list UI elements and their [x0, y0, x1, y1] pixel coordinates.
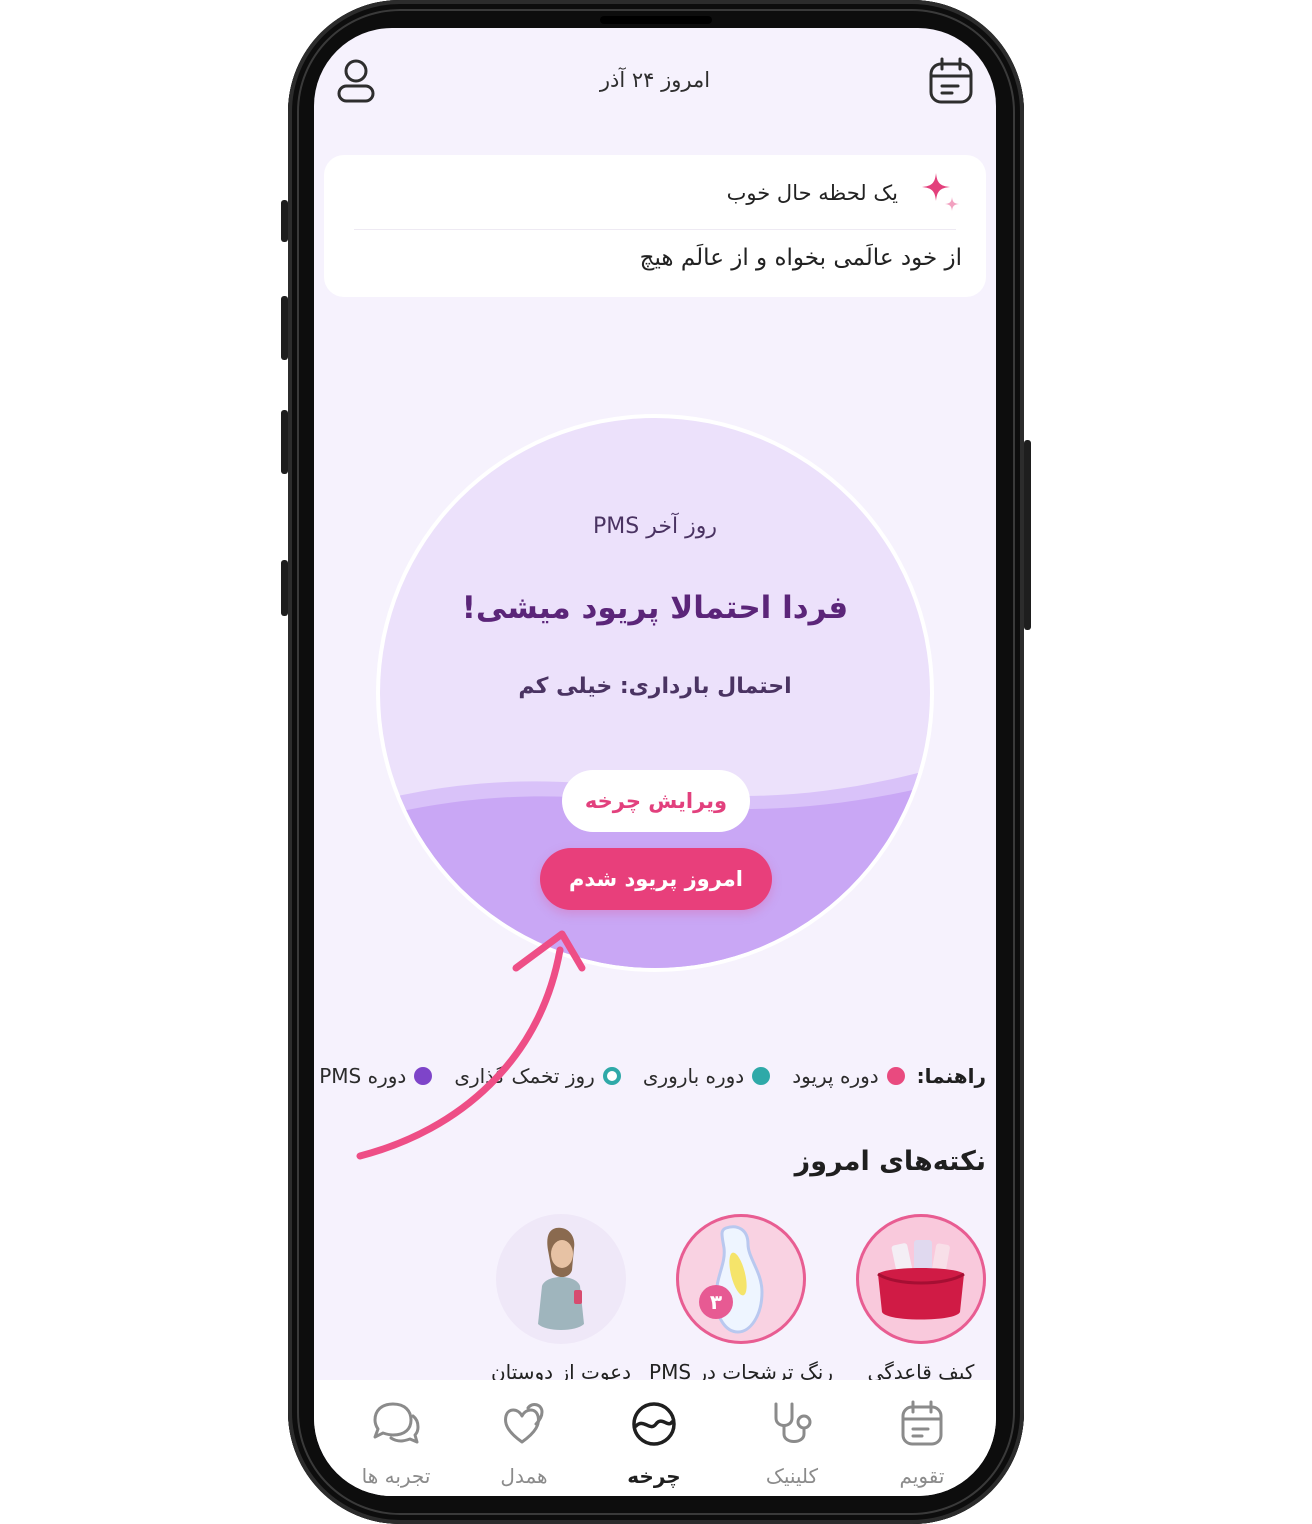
phone-volume-down — [281, 410, 288, 474]
calendar-icon — [929, 57, 973, 104]
pad-icon — [699, 1225, 764, 1334]
cycle-circle: روز آخر PMS فردا احتمالا پریود میشی! احت… — [376, 414, 934, 972]
legend-dot — [414, 1067, 433, 1085]
tab-hamdel[interactable]: همدل — [464, 1400, 584, 1488]
tab-experiences[interactable]: تجربه ها — [336, 1400, 456, 1488]
mood-card[interactable]: یک لحظه حال خوب از خود عالَمی بخواه و از… — [324, 155, 986, 297]
legend-text: روز تخمک گذاری — [454, 1064, 595, 1088]
legend-dot — [602, 1067, 621, 1085]
tip-discharge-color[interactable]: ۳ — [676, 1214, 806, 1344]
legend-text: دوره پریود — [792, 1064, 879, 1088]
tip-period-bag[interactable] — [856, 1214, 986, 1344]
cycle-icon — [632, 1402, 676, 1446]
tab-clinic[interactable]: کلینیک — [732, 1400, 852, 1488]
phone-speaker — [600, 16, 712, 24]
legend: راهنما: دوره پریود دوره باروری روز تخمک … — [314, 1064, 986, 1088]
mood-card-divider — [354, 229, 956, 230]
legend-dot — [752, 1067, 771, 1085]
legend-item-ovulation: روز تخمک گذاری — [454, 1064, 621, 1088]
bottom-nav: تقویم کلینیک چرخه همدل تجربه ها — [314, 1380, 996, 1496]
legend-item-period: دوره پریود — [792, 1064, 905, 1088]
stethoscope-icon — [774, 1402, 812, 1443]
today-date: امروز ۲۴ آذر — [599, 68, 711, 92]
edit-cycle-button[interactable]: ویرایش چرخه — [562, 770, 750, 832]
sparkle-icon — [922, 173, 959, 211]
mood-card-title: یک لحظه حال خوب — [726, 181, 898, 205]
phone-volume-up — [281, 296, 288, 360]
girl-phone-icon — [538, 1227, 584, 1330]
calendar-icon — [901, 1400, 943, 1446]
calendar-button[interactable] — [928, 56, 974, 106]
hearts-icon — [504, 1403, 544, 1444]
pregnancy-chance: احتمال بارداری: خیلی کم — [518, 674, 792, 699]
tab-label: چرخه — [627, 1464, 681, 1488]
tab-label: همدل — [500, 1464, 548, 1488]
tab-cycle[interactable]: چرخه — [594, 1400, 714, 1488]
bag-icon — [877, 1240, 965, 1320]
tip-badge: ۳ — [709, 1290, 723, 1314]
tab-label: تجربه ها — [361, 1464, 431, 1488]
phone-silent-switch — [281, 200, 288, 242]
mood-card-quote: از خود عالَمی بخواه و از عالَم هیچ — [639, 245, 962, 271]
app-screen: امروز ۲۴ آذر یک لحظه حال خوب از خود عالَ… — [314, 28, 996, 1496]
cycle-circle-inner: روز آخر PMS فردا احتمالا پریود میشی! احت… — [380, 418, 930, 968]
legend-item-pms: دوره PMS — [319, 1064, 433, 1088]
legend-dot — [886, 1067, 905, 1085]
legend-text: دوره باروری — [642, 1064, 745, 1088]
tip-invite-friends[interactable] — [496, 1214, 626, 1344]
cycle-headline: فردا احتمالا پریود میشی! — [461, 590, 849, 626]
chat-icon — [373, 1402, 420, 1444]
legend-text: دوره PMS — [319, 1064, 407, 1088]
tab-label: تقویم — [899, 1464, 945, 1488]
tips-title: نکته‌های امروز — [794, 1146, 986, 1177]
cycle-phase: روز آخر PMS — [593, 514, 717, 539]
tab-label: کلینیک — [765, 1464, 819, 1488]
tab-calendar[interactable]: تقویم — [862, 1400, 982, 1488]
legend-item-fertile: دوره باروری — [642, 1064, 771, 1088]
phone-power-button — [1024, 440, 1031, 630]
period-started-button[interactable]: امروز پریود شدم — [540, 848, 772, 910]
legend-label: راهنما: — [916, 1064, 986, 1088]
phone-side-lower — [281, 560, 288, 616]
